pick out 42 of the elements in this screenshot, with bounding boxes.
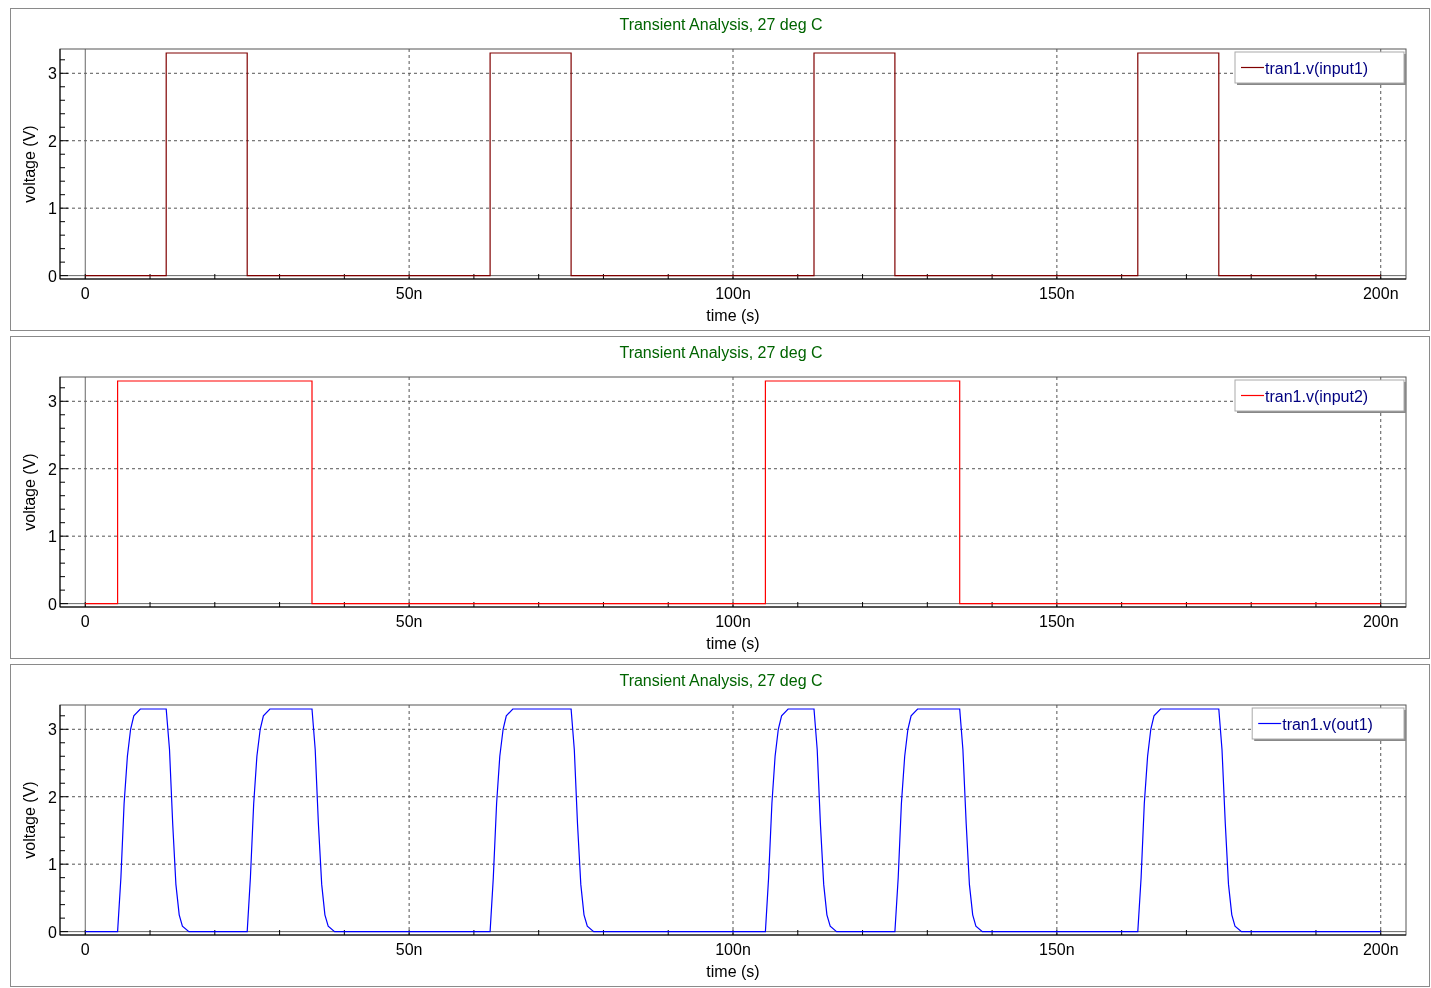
legend-swatch xyxy=(1240,394,1265,397)
chart-title: Transient Analysis, 27 deg C xyxy=(619,344,823,361)
y-tick-label: 2 xyxy=(48,132,57,150)
y-tick-label: 1 xyxy=(48,200,57,218)
x-tick-label: 200n xyxy=(1362,613,1399,630)
y-tick-label: 0 xyxy=(48,923,57,941)
x-tick-label: 0 xyxy=(80,613,90,630)
y-tick-label: 0 xyxy=(48,595,57,613)
x-axis-label: time (s) xyxy=(706,307,760,324)
x-tick-label: 200n xyxy=(1362,941,1399,958)
y-axis-label: voltage (V) xyxy=(21,781,38,859)
y-tick-label: 2 xyxy=(48,788,57,806)
x-tick-label: 150n xyxy=(1039,613,1075,630)
x-tick-label: 150n xyxy=(1039,941,1075,958)
y-axis-label: voltage (V) xyxy=(21,453,38,531)
x-tick-label: 50n xyxy=(395,285,423,302)
x-axis-label: time (s) xyxy=(706,635,760,652)
y-tick-label: 1 xyxy=(48,528,57,546)
x-tick-label: 100n xyxy=(715,285,751,302)
y-tick-label: 3 xyxy=(48,393,57,411)
y-tick-label: 0 xyxy=(48,267,57,285)
legend-label: tran1.v(input1) xyxy=(1265,59,1369,77)
x-axis-label: time (s) xyxy=(706,963,760,980)
legend-label: tran1.v(out1) xyxy=(1282,715,1373,733)
legend-swatch xyxy=(1240,66,1265,69)
x-tick-label: 0 xyxy=(80,941,90,958)
y-tick-label: 2 xyxy=(48,460,57,478)
y-tick-label: 1 xyxy=(48,856,57,874)
x-tick-label: 50n xyxy=(395,613,423,630)
chart-title: Transient Analysis, 27 deg C xyxy=(619,16,823,33)
x-tick-label: 0 xyxy=(80,285,90,302)
legend-label: tran1.v(input2) xyxy=(1265,387,1369,405)
x-tick-label: 150n xyxy=(1039,285,1075,302)
y-tick-label: 3 xyxy=(48,65,57,83)
x-tick-label: 100n xyxy=(715,941,751,958)
y-axis-label: voltage (V) xyxy=(21,125,38,203)
chart-title: Transient Analysis, 27 deg C xyxy=(619,672,823,689)
x-tick-label: 100n xyxy=(715,613,751,630)
y-tick-label: 3 xyxy=(48,721,57,739)
x-tick-label: 50n xyxy=(395,941,423,958)
legend-swatch xyxy=(1257,722,1282,725)
x-tick-label: 200n xyxy=(1362,285,1399,302)
